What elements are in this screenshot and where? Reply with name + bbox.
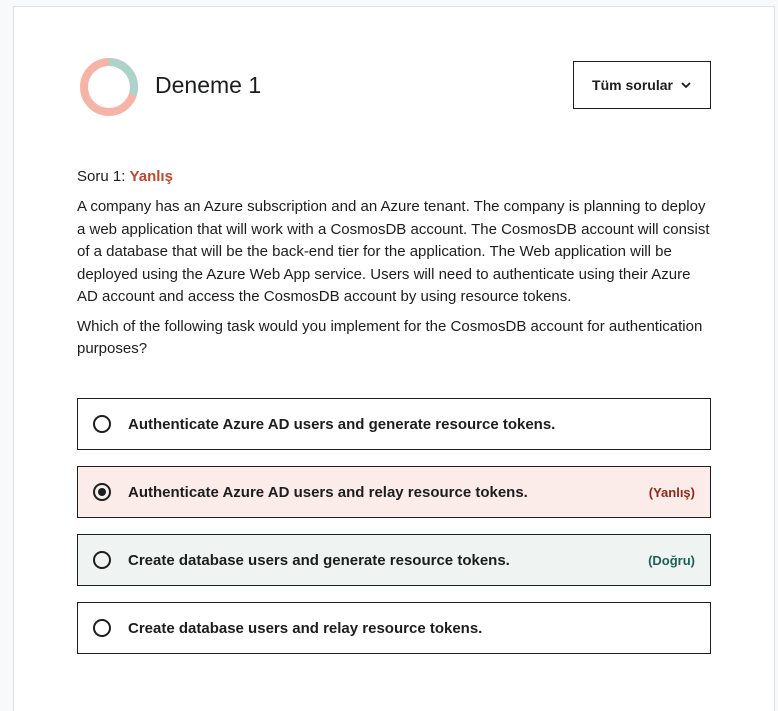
quiz-header: Deneme 1 Tüm sorular bbox=[78, 56, 712, 116]
quiz-result-card: Deneme 1 Tüm sorular Soru 1: Yanlış A co… bbox=[13, 6, 775, 711]
answer-option-label: Create database users and generate resou… bbox=[128, 551, 510, 569]
answer-option-3[interactable]: Create database users and generate resou… bbox=[77, 534, 711, 586]
chevron-down-icon bbox=[681, 82, 691, 88]
score-donut-chart bbox=[80, 58, 138, 116]
question-area: Soru 1: Yanlış A company has an Azure su… bbox=[77, 167, 711, 361]
answer-option-4[interactable]: Create database users and relay resource… bbox=[77, 602, 711, 654]
answer-option-label: Authenticate Azure AD users and generate… bbox=[128, 415, 556, 433]
radio-button-selected[interactable] bbox=[93, 483, 111, 501]
question-header: Soru 1: Yanlış bbox=[77, 167, 711, 187]
question-result-status: Yanlış bbox=[129, 168, 173, 185]
incorrect-answer-tag: (Yanlış) bbox=[648, 484, 695, 500]
radio-button[interactable] bbox=[93, 619, 111, 637]
radio-button[interactable] bbox=[93, 415, 111, 433]
quiz-title: Deneme 1 bbox=[155, 72, 262, 98]
question-text: A company has an Azure subscription and … bbox=[77, 198, 710, 305]
answer-option-2[interactable]: Authenticate Azure AD users and relay re… bbox=[77, 466, 711, 518]
answer-option-label: Authenticate Azure AD users and relay re… bbox=[128, 483, 528, 501]
question-number: Soru 1: bbox=[77, 168, 126, 185]
question-filter-dropdown[interactable]: Tüm sorular bbox=[573, 61, 711, 109]
answer-option-1[interactable]: Authenticate Azure AD users and generate… bbox=[77, 398, 711, 450]
question-prompt: Which of the following task would you im… bbox=[77, 317, 703, 358]
question-filter-label: Tüm sorular bbox=[592, 77, 673, 93]
answer-option-label: Create database users and relay resource… bbox=[128, 619, 483, 637]
radio-button[interactable] bbox=[93, 551, 111, 569]
correct-answer-tag: (Doğru) bbox=[648, 552, 695, 568]
